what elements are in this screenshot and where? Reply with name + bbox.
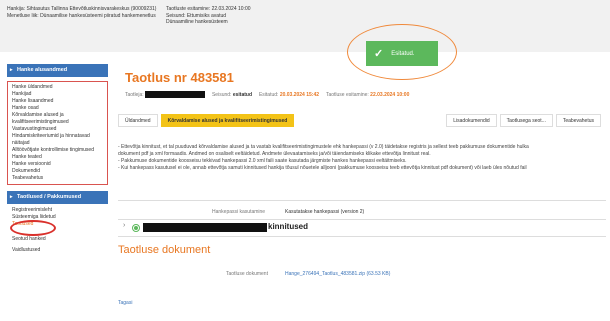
sidebar-item[interactable]: Hanke osad [12, 105, 107, 112]
success-toast: ✓ Esitatud. [366, 41, 438, 66]
hankepass-label: Hankepassi kasutamine [212, 209, 266, 215]
seisund-value: esitatud [232, 91, 252, 98]
dokumendid-highlight-ellipse [10, 220, 56, 236]
toast-text: Esitatud. [391, 50, 415, 57]
sidebar-item[interactable]: Alltöövõtjate kontrollimise tingimused [12, 147, 107, 154]
sidebar-section-taotlused[interactable]: Taotlused / Pakkumused [7, 191, 108, 204]
sidebar-item[interactable]: Hanke versioonid [12, 161, 107, 168]
back-link[interactable]: Tagasi [118, 300, 132, 306]
tab-taotlusega-seotud[interactable]: Taotlusega seot... [499, 114, 553, 127]
tab-bar: Üldandmed Kõrvaldamise alused ja kvalifi… [118, 114, 604, 127]
taotleja-label: Taotleja: [125, 91, 144, 98]
tab-teabevahetus[interactable]: Teabevahetus [555, 114, 601, 127]
tab-korvaldamise-alused[interactable]: Kõrvaldamise alused ja kvalifitseerimist… [160, 114, 295, 127]
sidebar-item[interactable]: Teabevahetus [12, 175, 107, 182]
divider [118, 236, 606, 237]
menetluse-text: Menetluse liik: Dünaamilise hankesüsteem… [7, 12, 156, 19]
sidebar-item-dokumendid[interactable]: Dokumendid [12, 168, 107, 175]
taotluse-esitamine-label: Taotluse esitamine: [325, 91, 369, 98]
section-title-dokument: Taotluse dokument [118, 244, 211, 256]
check-icon: ✓ [374, 48, 384, 60]
redacted-block [145, 91, 206, 98]
dokument-link[interactable]: Hange_276494_Taotlus_483581.zip (63.53 K… [285, 271, 390, 277]
dokument-label: Taotluse dokument [226, 271, 268, 277]
procurement-info: Hankija: Sihtasutus Tallinna Ettevõtlusk… [7, 6, 157, 19]
hankepass-value: Kasutatakse hankepassi (version 2) [285, 209, 365, 215]
divider [118, 200, 606, 201]
seisund-label: Seisund: [211, 91, 232, 98]
redacted-block [143, 223, 267, 232]
info-text: - Ettevõtja kinnitust, et tal puuduvad k… [118, 144, 529, 171]
sidebar-item[interactable]: Hankijad [12, 91, 107, 98]
sidebar-item[interactable]: Vaidlustused [7, 247, 108, 254]
taotluse-esitamine-value: 22.03.2024 10:00 [370, 91, 410, 98]
sidebar-item[interactable]: Kõrvaldamise alused ja kvalifitseerimist… [12, 112, 107, 126]
sidebar-item[interactable]: Hanke lisaandmed [12, 98, 107, 105]
header-bar: Hankija: Sihtasutus Tallinna Ettevõtlusk… [0, 0, 610, 52]
sidebar-item[interactable]: Vastavustingimused [12, 126, 107, 133]
chevron-right-icon[interactable]: › [123, 222, 125, 229]
sidebar-item[interactable]: Registreerimisleht [7, 207, 108, 214]
sidebar-item[interactable]: Seotud hanked [7, 236, 108, 243]
page-title: Taotlus nr 483581 [125, 70, 234, 85]
application-info: Taotluste esitamine: 22.03.2024 10:00 Se… [166, 6, 251, 26]
tab-lisadokumendid[interactable]: Lisadokumendid [446, 114, 497, 127]
system-text: Dünaamiline hankesüsteem [166, 19, 228, 25]
sidebar-item[interactable]: Hindamiskriteeriumid ja hinnatavad näita… [12, 133, 107, 147]
sidebar-item[interactable]: Hanke üldandmed [12, 84, 107, 91]
sidebar-item[interactable]: Hanke teated [12, 154, 107, 161]
esitatud-label: Esitatud: [258, 91, 279, 98]
status-ok-icon [132, 224, 140, 232]
kinnitused-label[interactable]: kinnitused [268, 222, 308, 231]
sidebar: Hanke alusandmed Hanke üldandmed Hankija… [7, 64, 108, 321]
hankija-text: Hankija: Sihtasutus Tallinna Ettevõtlusk… [7, 6, 157, 12]
tab-uldandmed[interactable]: Üldandmed [118, 114, 158, 127]
sidebar-section-alusandmed[interactable]: Hanke alusandmed [7, 64, 108, 77]
deadline-text: Taotluste esitamine: 22.03.2024 10:00 [166, 6, 251, 12]
esitatud-value: 20.03.2024 15:42 [279, 91, 320, 98]
divider [118, 219, 606, 220]
sidebar-menu-highlight: Hanke üldandmed Hankijad Hanke lisaandme… [7, 81, 108, 236]
application-meta: Taotleja: Seisund: esitatud Esitatud: 20… [125, 91, 409, 98]
